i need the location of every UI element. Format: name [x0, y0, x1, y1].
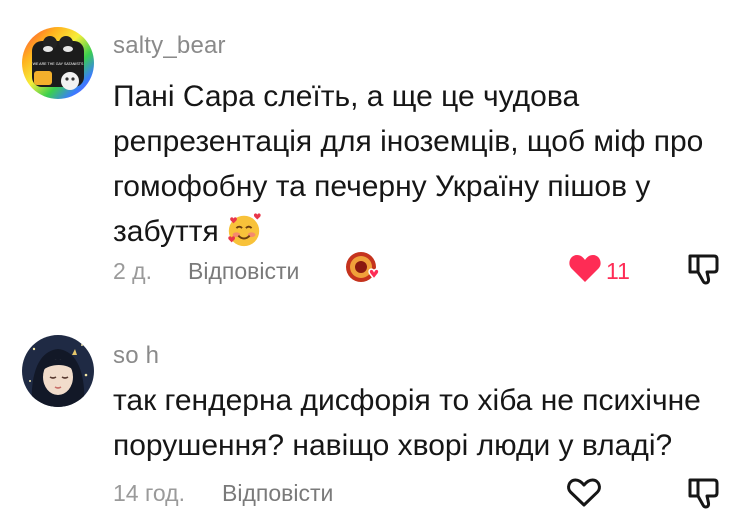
reply-button[interactable]: Відповісти: [222, 480, 333, 507]
comment-text-line: репрезентація для іноземців, щоб міф про: [113, 125, 704, 158]
comment-timestamp: 2 д.: [113, 258, 152, 284]
comment-item: so h так гендерна дисфорія то хіба не пс…: [0, 320, 750, 524]
smiling-face-with-hearts-icon: [227, 213, 261, 247]
heart-filled-icon: [569, 255, 601, 282]
comment-item: WE ARE THE GAY SATANISTS salty_bear Пані…: [0, 0, 750, 300]
avatar-image: WE ARE THE GAY SATANISTS: [22, 27, 94, 99]
comment-text-last-line: забуття: [113, 209, 733, 254]
like-button[interactable]: [566, 476, 602, 513]
thumbs-down-icon: [688, 254, 719, 285]
avatar-shirt-text: WE ARE THE GAY SATANISTS: [33, 62, 84, 66]
like-button[interactable]: [568, 252, 602, 289]
avatar[interactable]: WE ARE THE GAY SATANISTS: [22, 27, 94, 99]
thumbs-down-icon: [688, 478, 719, 509]
dislike-button[interactable]: [686, 476, 722, 515]
comment-text: Пані Сара слеїть, а ще це чудова репрезе…: [113, 74, 733, 254]
comment-text-line: гомофобну та печерну Україну пішов у: [113, 170, 651, 203]
comment-username[interactable]: salty_bear: [113, 32, 226, 60]
comment-text-line: так гендерна дисфорія то хіба не психічн…: [113, 384, 701, 417]
avatar[interactable]: [22, 335, 94, 407]
comment-text-line: порушення? навіщо хворі люди у владі?: [113, 429, 673, 462]
comment-timestamp: 14 год.: [113, 480, 185, 506]
creator-liked-icon: [346, 252, 380, 282]
comment-text-line: Пані Сара слеїть, а ще це чудова: [113, 80, 580, 113]
comment-username[interactable]: so h: [113, 342, 159, 370]
heart-outline-icon: [567, 478, 601, 507]
dislike-button[interactable]: [686, 252, 722, 291]
comment-text-line: забуття: [113, 215, 219, 248]
avatar-image: [22, 335, 94, 407]
reply-button[interactable]: Відповісти: [188, 258, 299, 285]
like-count: 11: [606, 258, 630, 284]
comment-text: так гендерна дисфорія то хіба не психічн…: [113, 378, 733, 468]
